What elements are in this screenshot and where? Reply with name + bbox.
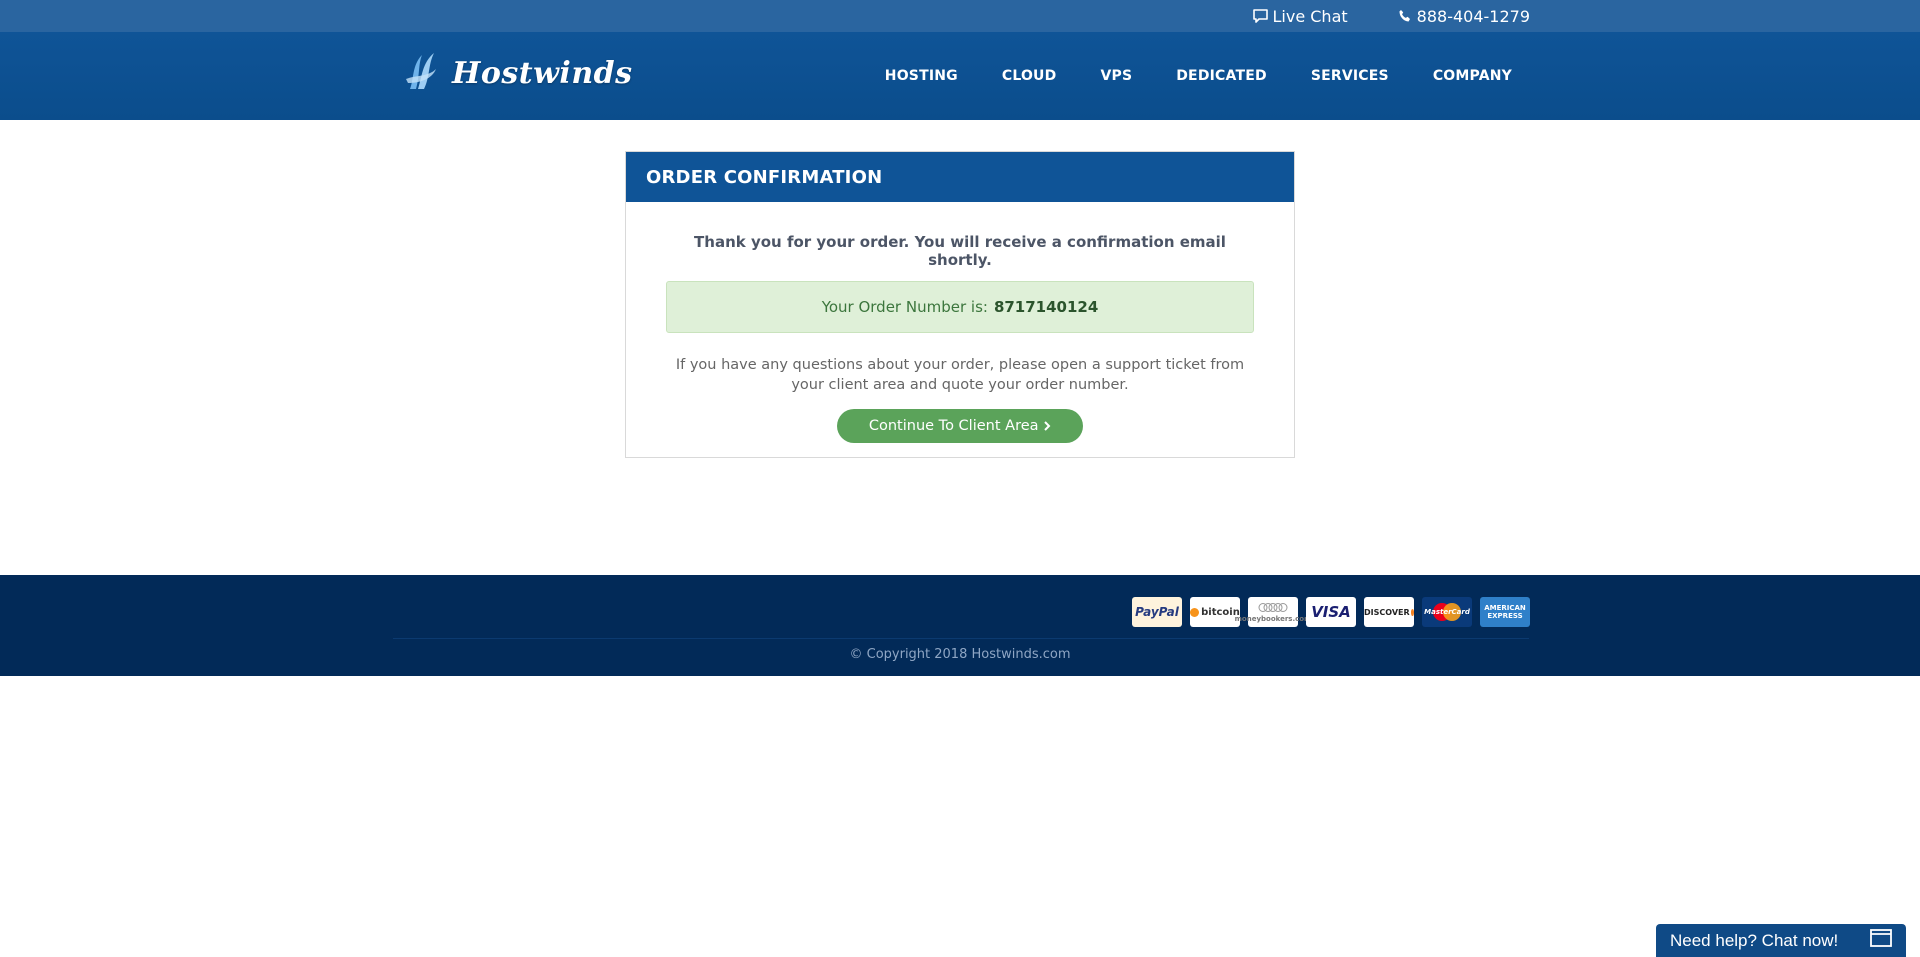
- site-footer: PayPal bitcoin moneybookers.com VISA DIS…: [0, 575, 1920, 676]
- amex-line2: EXPRESS: [1487, 612, 1523, 620]
- chat-now-label: Need help? Chat now!: [1670, 930, 1839, 950]
- moneybookers-logo: moneybookers.com: [1235, 597, 1311, 627]
- bitcoin-logo: bitcoin: [1190, 597, 1240, 627]
- nav-services[interactable]: SERVICES: [1289, 68, 1411, 84]
- window-expand-icon[interactable]: [1870, 929, 1892, 952]
- moneybookers-label: moneybookers.com: [1234, 614, 1312, 623]
- order-number-label: Your Order Number is:: [821, 298, 988, 316]
- nav-vps[interactable]: VPS: [1078, 68, 1154, 84]
- continue-button-label: Continue To Client Area: [868, 418, 1039, 434]
- payment-methods: PayPal bitcoin moneybookers.com VISA DIS…: [1132, 597, 1530, 627]
- nav-company[interactable]: COMPANY: [1411, 68, 1512, 84]
- main-header: Hostwinds HOSTING CLOUD VPS DEDICATED SE…: [0, 32, 1920, 120]
- paypal-logo: PayPal: [1132, 597, 1182, 627]
- mastercard-logo: MasterCard: [1422, 597, 1472, 627]
- support-note: If you have any questions about your ord…: [675, 357, 1245, 393]
- hostwinds-logo[interactable]: Hostwinds: [404, 50, 633, 96]
- visa-logo: VISA: [1306, 597, 1356, 627]
- continue-to-client-area-button[interactable]: Continue To Client Area: [837, 409, 1083, 443]
- top-bar-links: Live Chat 888-404-1279: [1252, 0, 1530, 32]
- chevron-right-icon: [1043, 418, 1051, 434]
- nav-cloud[interactable]: CLOUD: [980, 68, 1079, 84]
- chat-bubble-icon: [1252, 9, 1268, 23]
- phone-number: 888-404-1279: [1416, 6, 1530, 26]
- nav-hosting[interactable]: HOSTING: [863, 68, 980, 84]
- discover-label: DISCOVER: [1364, 607, 1410, 617]
- live-chat-label: Live Chat: [1272, 6, 1348, 26]
- logo-wordmark: Hostwinds: [452, 55, 633, 91]
- chat-now-widget[interactable]: Need help? Chat now!: [1656, 924, 1906, 957]
- wave-logo-icon: [404, 49, 450, 97]
- main-nav: HOSTING CLOUD VPS DEDICATED SERVICES COM…: [863, 32, 1512, 120]
- footer-divider: [393, 638, 1529, 639]
- panel-title: ORDER CONFIRMATION: [626, 152, 1294, 202]
- order-number-alert: Your Order Number is: 8717140124: [666, 281, 1254, 333]
- discover-orange-icon: [1410, 608, 1414, 616]
- mastercard-label: MasterCard: [1424, 608, 1470, 616]
- live-chat-link[interactable]: Live Chat: [1252, 6, 1348, 26]
- nav-dedicated[interactable]: DEDICATED: [1154, 68, 1289, 84]
- panel-body: Thank you for your order. You will recei…: [626, 233, 1294, 443]
- top-bar: Live Chat 888-404-1279: [0, 0, 1920, 32]
- thank-you-message: Thank you for your order. You will recei…: [694, 233, 1226, 269]
- copyright-text: © Copyright 2018 Hostwinds.com: [849, 647, 1071, 662]
- order-number-value: 8717140124: [993, 298, 1099, 316]
- bitcoin-icon: [1190, 607, 1200, 617]
- order-confirmation-panel: ORDER CONFIRMATION Thank you for your or…: [625, 151, 1295, 458]
- amex-line1: AMERICAN: [1484, 604, 1526, 612]
- phone-link[interactable]: 888-404-1279: [1398, 7, 1530, 26]
- phone-icon: [1398, 9, 1412, 23]
- amex-logo: AMERICAN EXPRESS: [1480, 597, 1530, 627]
- discover-logo: DISCOVER: [1364, 597, 1414, 627]
- moneybookers-rings-icon: [1258, 602, 1288, 615]
